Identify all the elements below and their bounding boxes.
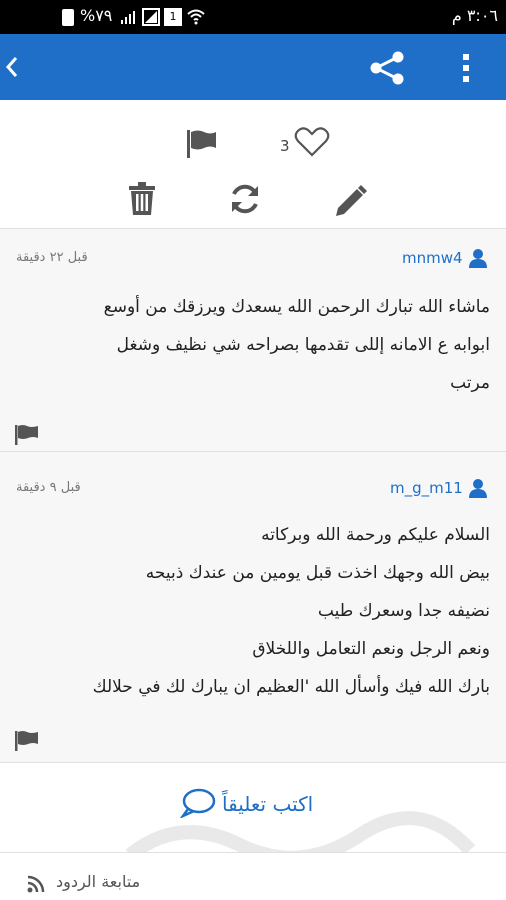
chevron-left-icon[interactable] <box>2 54 22 80</box>
comment-line: السلام عليكم ورحمة الله وبركاته <box>261 525 490 545</box>
comment-line: بارك الله فيك وأسأل الله 'العظيم ان يبار… <box>92 677 490 697</box>
refresh-icon[interactable] <box>228 182 262 216</box>
report-flag-icon[interactable] <box>14 730 40 752</box>
comment-line: نضيفه جدا وسعرك طيب <box>317 601 490 621</box>
user-icon <box>469 479 487 498</box>
status-bar: ٣:٠٦ م %٧٩ 1 <box>0 0 506 34</box>
report-flag-icon[interactable] <box>14 424 40 446</box>
signal-box-icon <box>142 8 160 26</box>
status-time: ٣:٠٦ م <box>451 6 498 25</box>
trash-icon[interactable] <box>128 182 156 216</box>
rss-icon[interactable] <box>26 874 46 894</box>
comment-body: ماشاء الله تبارك الرحمن الله يسعدك ويرزق… <box>10 288 490 402</box>
share-icon[interactable] <box>368 50 406 86</box>
app-bar <box>0 34 506 100</box>
divider <box>0 762 506 763</box>
battery-percent: %٧٩ <box>80 6 113 25</box>
battery-icon <box>62 9 74 26</box>
comment-line: ونعم الرجل ونعم التعامل واللخلاق <box>252 639 490 659</box>
follow-replies-link[interactable]: متابعة الردود <box>56 872 140 891</box>
pencil-icon[interactable] <box>332 182 368 218</box>
user-icon <box>469 249 487 268</box>
heart-icon[interactable] <box>294 126 330 158</box>
write-comment-button[interactable]: اكتب تعليقاً <box>222 792 313 816</box>
comment-time: قبل ٢٢ دقيقة <box>16 250 88 265</box>
chat-bubble-icon[interactable] <box>180 788 216 818</box>
comment-line: ماشاء الله تبارك الرحمن الله يسعدك ويرزق… <box>103 297 490 317</box>
comment-line: مرتب <box>450 373 490 393</box>
comment-username[interactable]: m_g_m11 <box>390 479 463 497</box>
sim-badge: 1 <box>164 8 182 26</box>
flag-icon[interactable] <box>184 128 218 160</box>
comment-body: السلام عليكم ورحمة الله وبركاته بيض الله… <box>10 516 490 706</box>
overflow-menu-icon[interactable] <box>456 52 476 84</box>
comment-line: بيض الله وجهك اخذت قبل يومين من عندك ذبي… <box>145 563 490 583</box>
comment-line: ابوابه ع الامانه إللى تقدمها بصراحه شي ن… <box>116 335 490 355</box>
comment-username[interactable]: mnmw4 <box>402 249 463 267</box>
signal-icon <box>121 11 135 24</box>
comment-time: قبل ٩ دقيقة <box>16 480 81 495</box>
likes-count: 3 <box>280 137 290 155</box>
wifi-icon <box>187 9 205 25</box>
